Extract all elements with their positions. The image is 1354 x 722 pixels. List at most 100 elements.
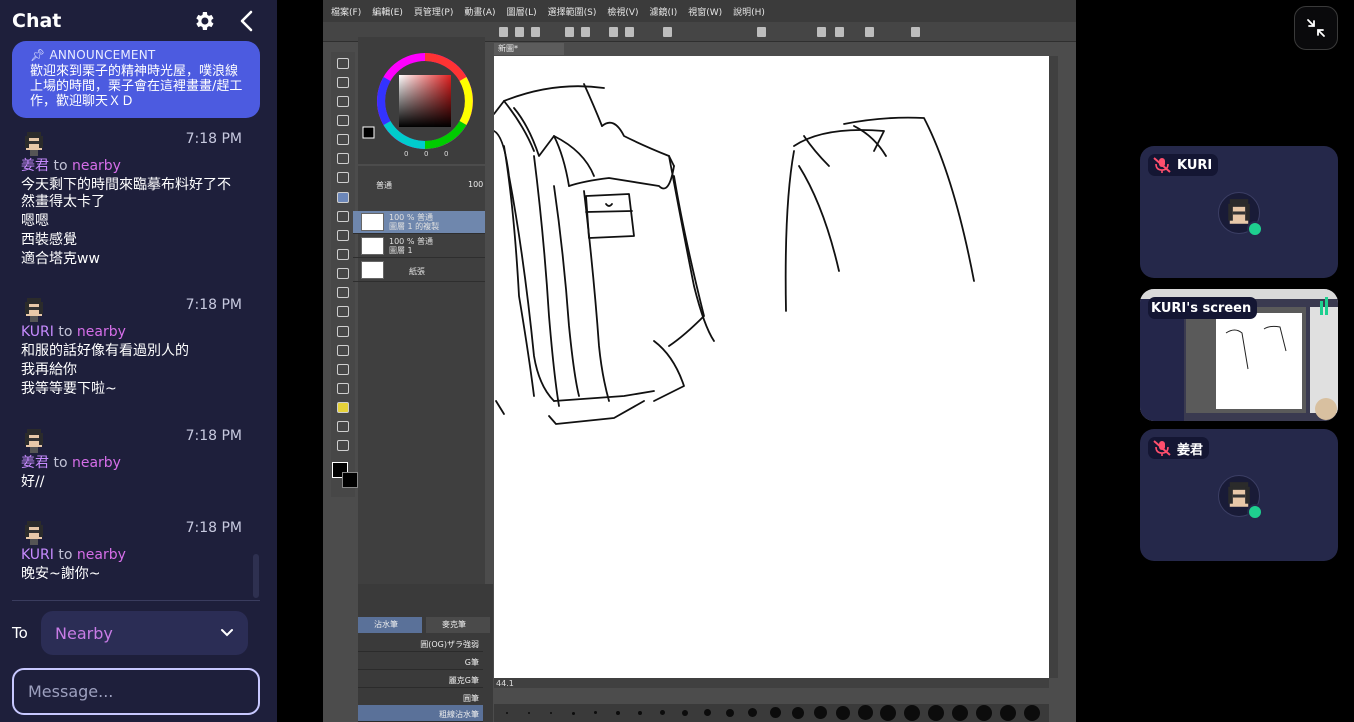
undo-icon[interactable] [565, 27, 574, 37]
menu-help[interactable]: 說明(H) [733, 5, 765, 18]
eyedropper-tool-icon[interactable] [337, 172, 349, 183]
brush-size-dot[interactable] [1000, 705, 1016, 721]
brush-item[interactable]: 圓(OG)ザラ強弱 [358, 635, 483, 652]
tab-pen[interactable]: 沾水筆 [358, 617, 422, 633]
menu-layer[interactable]: 圖層(L) [507, 5, 537, 18]
layer-row[interactable]: 紙張 [353, 259, 485, 282]
selection-tool-icon[interactable] [337, 134, 349, 145]
canvas-horizontal-scrollbar[interactable] [494, 678, 1049, 688]
gear-icon[interactable] [191, 8, 217, 34]
brush-size-dot[interactable] [792, 707, 804, 719]
sub-color-swatch[interactable] [342, 472, 358, 488]
menu-animation[interactable]: 動畫(A) [464, 5, 495, 18]
zoom-level[interactable]: 44.1 [496, 679, 514, 688]
frame-tool-icon[interactable] [337, 383, 349, 394]
text-tool-icon[interactable] [337, 440, 349, 451]
brush-size-dot[interactable] [506, 712, 508, 714]
open-file-icon[interactable] [515, 27, 524, 37]
layer-row[interactable]: 100 % 普通 圖層 1 [353, 235, 485, 258]
menu-view[interactable]: 檢視(V) [607, 5, 638, 18]
chat-scrollbar[interactable] [253, 554, 259, 598]
airbrush-tool-icon[interactable] [337, 249, 349, 260]
video-tile-kuri[interactable]: KURI [1140, 146, 1338, 278]
message-list[interactable]: 7:18 PM 姜君 to nearby 今天剩下的時間來臨摹布料好了不然畫得太… [0, 124, 277, 602]
operation-tool-icon[interactable] [337, 96, 349, 107]
message-input[interactable] [12, 668, 260, 715]
avatar[interactable] [21, 427, 47, 453]
brush-size-dot[interactable] [638, 711, 642, 715]
brush-size-dot[interactable] [976, 705, 992, 721]
sender-name[interactable]: 姜君 [21, 158, 49, 174]
layer-row[interactable]: 100 % 普通 圖層 1 的複製 [353, 211, 485, 234]
brush-size-dot[interactable] [550, 712, 552, 714]
eraser-tool-icon[interactable] [337, 268, 349, 279]
brush-size-dot[interactable] [904, 705, 920, 721]
brush-size-dot[interactable] [594, 711, 597, 714]
avatar[interactable] [21, 296, 47, 322]
info-icon[interactable] [817, 27, 826, 37]
pen-tool-icon[interactable] [337, 192, 349, 203]
pencil-tool-icon[interactable] [337, 211, 349, 222]
brush-item[interactable]: 圓筆 [358, 689, 483, 706]
brush-size-dot[interactable] [880, 705, 896, 721]
sender-name[interactable]: 姜君 [21, 455, 49, 471]
canvas-tab[interactable]: 新圖* [494, 43, 564, 55]
shape-tool-icon[interactable] [337, 326, 349, 337]
brush-size-dot[interactable] [682, 710, 688, 716]
chevron-left-icon[interactable] [234, 8, 260, 34]
brush-size-dot[interactable] [572, 712, 575, 715]
video-tile-jiangjun[interactable]: 姜君 [1140, 429, 1338, 561]
drawing-paper[interactable] [493, 56, 1049, 678]
brush-size-dot[interactable] [770, 707, 781, 718]
move-layer-tool-icon[interactable] [337, 115, 349, 126]
brush-size-dot[interactable] [952, 705, 968, 721]
shared-screen[interactable]: 檔案(F) 編輯(E) 頁管理(P) 動畫(A) 圖層(L) 選擇範圍(S) 檢… [323, 0, 1076, 722]
brush-size-dot[interactable] [704, 709, 711, 716]
menu-filter[interactable]: 濾鏡(I) [650, 5, 678, 18]
line-tool-icon[interactable] [337, 345, 349, 356]
canvas-vertical-scrollbar[interactable] [1049, 56, 1058, 678]
move-tool-icon[interactable] [337, 77, 349, 88]
menu-page[interactable]: 頁管理(P) [414, 5, 453, 18]
brush-size-dot[interactable] [928, 705, 944, 721]
sender-name[interactable]: KURI [21, 324, 54, 340]
brush-size-dot[interactable] [726, 709, 734, 717]
balloon-tool-icon[interactable] [337, 402, 349, 413]
grid-icon[interactable] [911, 27, 920, 37]
ruler-tool-icon[interactable] [337, 421, 349, 432]
avatar[interactable] [21, 130, 47, 156]
brush-item[interactable]: G筆 [358, 653, 483, 670]
save-icon[interactable] [531, 27, 540, 37]
collapse-button[interactable] [1294, 6, 1338, 50]
video-tile-kuri-screen[interactable]: KURI's screen [1140, 289, 1338, 421]
selection-icon[interactable] [609, 27, 618, 37]
blend-tool-icon[interactable] [337, 287, 349, 298]
brush-size-bar[interactable] [494, 704, 1049, 722]
recipient-select[interactable]: Nearby [41, 611, 248, 655]
ruler-icon[interactable] [757, 27, 766, 37]
redo-icon[interactable] [581, 27, 590, 37]
brush-item[interactable]: 麗克G筆 [358, 671, 483, 688]
menu-file[interactable]: 檔案(F) [331, 5, 361, 18]
color-icon[interactable] [865, 27, 874, 37]
fill-icon[interactable] [663, 27, 672, 37]
new-file-icon[interactable] [499, 27, 508, 37]
brush-item[interactable]: 粗線沾水筆 [358, 705, 483, 722]
menu-selection[interactable]: 選擇範圍(S) [548, 5, 597, 18]
transform-icon[interactable] [625, 27, 634, 37]
avatar[interactable] [21, 519, 47, 545]
brush-size-dot[interactable] [1024, 705, 1040, 721]
brush-size-dot[interactable] [814, 706, 827, 719]
blend-mode[interactable]: 普通 [376, 180, 392, 191]
layer-opacity[interactable]: 100 [468, 180, 483, 189]
tab-marker[interactable]: 麥克筆 [426, 617, 490, 633]
color-wheel[interactable]: 0 0 0 [358, 37, 485, 164]
gradient-tool-icon[interactable] [337, 364, 349, 375]
brush-size-dot[interactable] [836, 706, 850, 720]
learn-icon[interactable] [835, 27, 844, 37]
lasso-tool-icon[interactable] [337, 153, 349, 164]
brush-tool-icon[interactable] [337, 230, 349, 241]
brush-size-dot[interactable] [660, 710, 665, 715]
canvas-area[interactable] [493, 56, 1049, 678]
brush-size-dot[interactable] [528, 712, 530, 714]
